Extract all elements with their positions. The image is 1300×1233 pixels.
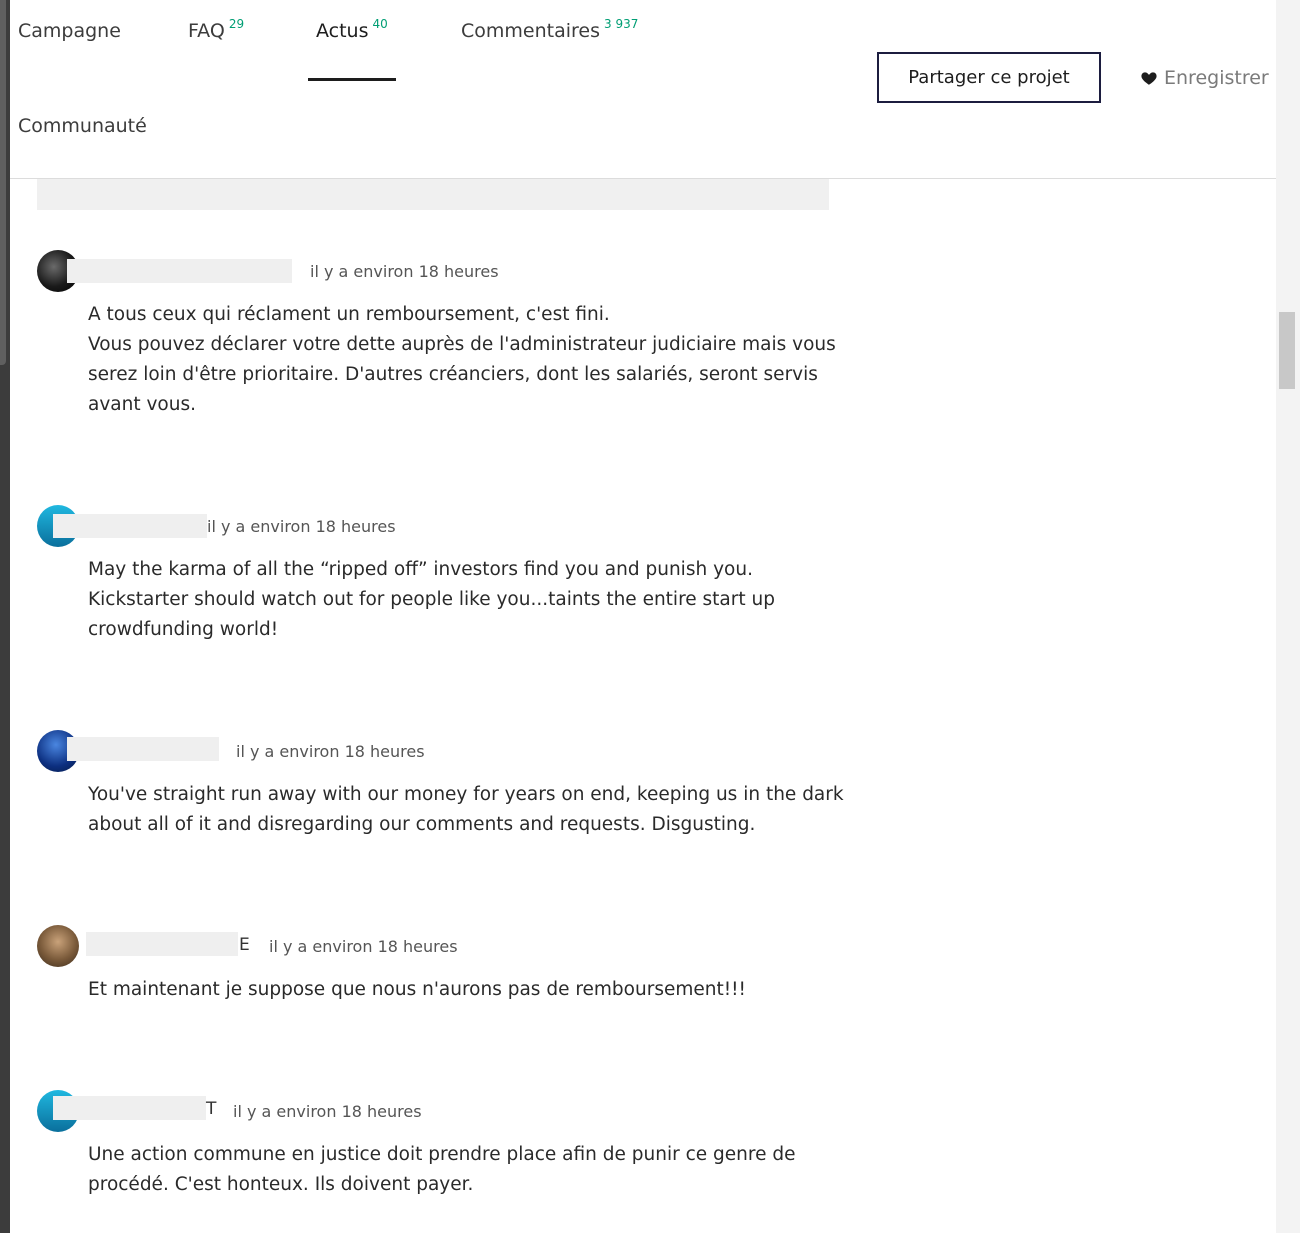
comment-body: Et maintenant je suppose que nous n'auro… — [88, 975, 848, 1005]
tab-community-label: Communauté — [18, 115, 147, 137]
comment-item: il y a environ 18 heures You've straight… — [37, 730, 844, 850]
username-redacted[interactable] — [53, 514, 207, 538]
share-project-button[interactable]: Partager ce projet — [877, 52, 1101, 103]
save-label: Enregistrer — [1164, 67, 1269, 89]
username-redacted[interactable] — [53, 1096, 206, 1120]
comment-timestamp: il y a environ 18 heures — [269, 937, 458, 956]
tab-faq-label: FAQ — [188, 20, 225, 42]
username-redacted[interactable] — [86, 932, 238, 956]
save-project-button[interactable]: Enregistrer — [1140, 67, 1269, 89]
username-redacted[interactable] — [67, 259, 292, 283]
tab-community[interactable]: Communauté — [18, 115, 147, 137]
comment-line: A tous ceux qui réclament un rembourseme… — [88, 304, 610, 325]
comment-item: E il y a environ 18 heures Et maintenant… — [37, 925, 837, 1015]
avatar[interactable] — [37, 925, 79, 967]
comment-item: il y a environ 18 heures May the karma o… — [37, 505, 837, 655]
comment-line: Et maintenant je suppose que nous n'auro… — [88, 979, 746, 1000]
comment-timestamp: il y a environ 18 heures — [236, 742, 425, 761]
comment-timestamp: il y a environ 18 heures — [233, 1102, 422, 1121]
comment-body: You've straight run away with our money … — [88, 780, 848, 840]
tab-news[interactable]: Actus 40 — [316, 17, 388, 42]
comment-line: Une action commune en justice doit prend… — [88, 1144, 796, 1195]
tab-news-count: 40 — [372, 17, 388, 31]
username-tail: T — [206, 1099, 217, 1119]
tab-comments[interactable]: Commentaires 3 937 — [461, 17, 639, 42]
tab-faq[interactable]: FAQ 29 — [188, 17, 245, 42]
heart-icon — [1141, 72, 1157, 85]
tab-comments-count: 3 937 — [604, 17, 639, 31]
username-tail: E — [239, 935, 250, 955]
comment-timestamp: il y a environ 18 heures — [207, 517, 396, 536]
comment-timestamp: il y a environ 18 heures — [310, 262, 499, 281]
tab-campaign[interactable]: Campagne — [18, 20, 121, 42]
tab-comments-label: Commentaires — [461, 20, 600, 42]
active-tab-indicator — [308, 78, 396, 81]
tab-faq-count: 29 — [228, 17, 245, 31]
comment-item: il y a environ 18 heures A tous ceux qui… — [37, 250, 837, 430]
comment-line: Kickstarter should watch out for people … — [88, 589, 775, 640]
comment-body: A tous ceux qui réclament un rembourseme… — [88, 300, 848, 420]
window-edge — [0, 0, 10, 1233]
project-nav: Campagne FAQ 29 Actus 40 Commentaires 3 937… — [10, 0, 1276, 179]
scrollbar[interactable] — [1276, 0, 1300, 1233]
comment-body: Une action commune en justice doit prend… — [88, 1140, 848, 1200]
scrollbar-thumb[interactable] — [1279, 312, 1295, 389]
comment-body: May the karma of all the “ripped off” in… — [88, 555, 848, 645]
username-redacted[interactable] — [67, 737, 219, 761]
tab-news-label: Actus — [316, 20, 369, 42]
comment-line: Vous pouvez déclarer votre dette auprès … — [88, 334, 836, 415]
window-edge-notch — [0, 0, 6, 365]
comment-item: T il y a environ 18 heures Une action co… — [37, 1090, 837, 1210]
comment-line: May the karma of all the “ripped off” in… — [88, 559, 753, 580]
comment-line: You've straight run away with our money … — [88, 784, 844, 835]
tab-campaign-label: Campagne — [18, 20, 121, 42]
comment-separator-bar — [37, 179, 829, 210]
